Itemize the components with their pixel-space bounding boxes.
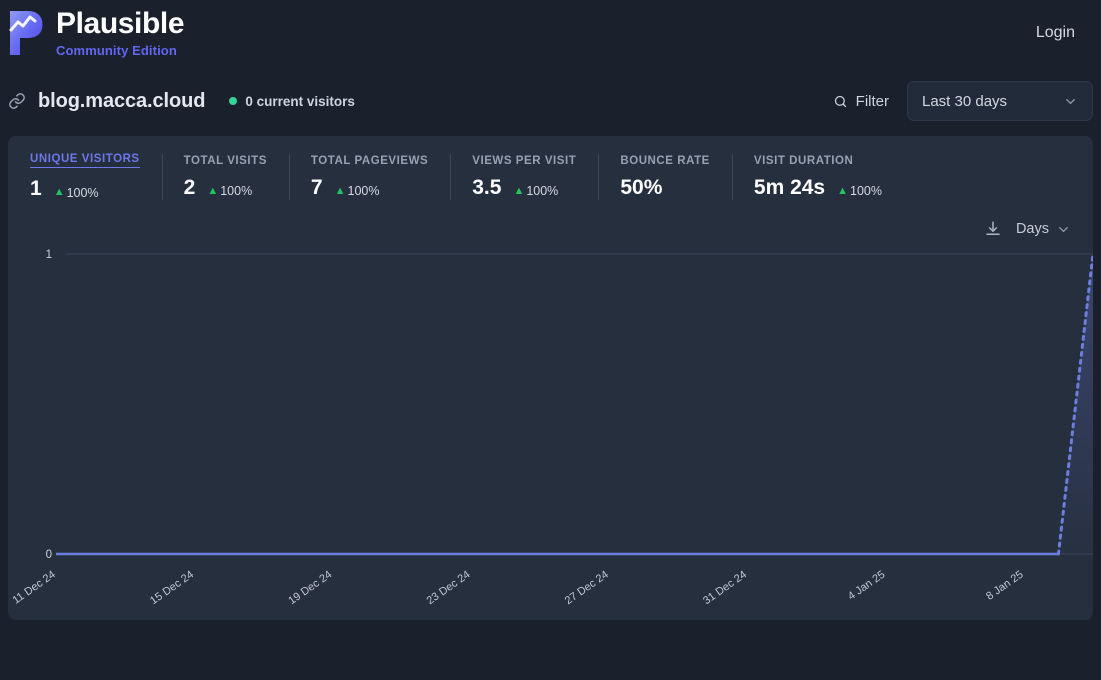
metric-label: VIEWS PER VISIT [472,154,577,167]
metric-value: 3.5 [472,175,502,199]
metric-label: TOTAL PAGEVIEWS [310,154,429,167]
metrics-bar: UNIQUE VISITORS 1 ▲ 100% TOTAL VISITS 2 … [8,136,1093,214]
arrow-up-icon: ▲ [837,184,849,197]
metric-visit-duration[interactable]: VISIT DURATION 5m 24s ▲ 100% [731,152,904,202]
metric-change-value: 100% [347,184,380,198]
chart-y-tick-label: 0 [46,549,52,561]
chart-y-axis: 01 [46,249,52,561]
metric-total-visits[interactable]: TOTAL VISITS 2 ▲ 100% [161,152,289,202]
metric-label: VISIT DURATION [753,154,854,167]
brand[interactable]: Plausible Community Edition [8,7,185,58]
metric-value: 5m 24s [753,175,826,199]
chevron-down-icon [1059,226,1068,232]
link-icon [9,93,25,109]
filter-button[interactable]: Filter [829,87,893,116]
live-status-dot [229,97,238,105]
filter-label: Filter [855,92,889,110]
metric-bounce-rate[interactable]: BOUNCE RATE 50% [598,152,732,202]
metric-unique-visitors[interactable]: UNIQUE VISITORS 1 ▲ 100% [8,152,162,202]
login-link[interactable]: Login [1036,24,1075,42]
metric-label: TOTAL VISITS [183,154,267,167]
metric-change-value: 100% [526,184,559,198]
visitors-chart-svg: 01 [46,249,1093,561]
chart-y-tick-label: 1 [46,249,52,261]
current-visitors-label: 0 current visitors [245,93,355,109]
plausible-p-logo-icon [9,11,43,55]
app-header: Plausible Community Edition Login [0,0,1101,66]
search-icon [834,95,846,107]
chart-toolbar: Days [8,214,1093,244]
arrow-up-icon: ▲ [53,186,65,198]
chevron-down-icon [1066,98,1075,104]
download-icon[interactable] [984,220,1002,238]
metric-change: ▲ 100% [837,184,882,198]
metric-value: 50% [620,175,663,199]
metric-change: ▲ 100% [54,186,99,200]
arrow-up-icon: ▲ [334,184,346,197]
brand-subtitle: Community Edition [56,43,177,58]
metric-change: ▲ 100% [513,184,558,198]
arrow-up-icon: ▲ [207,184,219,197]
interval-label: Days [1015,221,1049,237]
metric-change-value: 100% [850,184,882,198]
dashboard-panel: UNIQUE VISITORS 1 ▲ 100% TOTAL VISITS 2 … [8,136,1093,620]
metric-total-pageviews[interactable]: TOTAL PAGEVIEWS 7 ▲ 100% [288,152,450,202]
visitors-chart[interactable]: 01 11 Dec 24 15 Dec 24 19 Dec 24 23 Dec 24 2… [8,244,1093,620]
metric-change: ▲ 100% [335,184,380,198]
metric-value: 7 [310,175,323,199]
interval-picker[interactable]: Days [1016,221,1071,237]
metric-change-value: 100% [220,184,253,198]
metric-value: 2 [183,175,196,199]
site-header-row: blog.macca.cloud 0 current visitors Filt… [0,66,1101,136]
brand-title: Plausible [56,7,185,40]
metric-views-per-visit[interactable]: VIEWS PER VISIT 3.5 ▲ 100% [450,152,598,202]
metric-change: ▲ 100% [207,184,252,198]
current-visitors: 0 current visitors [229,94,355,109]
arrow-up-icon: ▲ [513,184,525,197]
metric-label: UNIQUE VISITORS [30,153,140,168]
metric-value: 1 [30,177,42,200]
metric-label: BOUNCE RATE [620,154,710,167]
chart-gridlines [66,253,1093,555]
date-range-label: Last 30 days [922,92,1008,110]
metric-change-value: 100% [66,185,99,200]
date-range-picker[interactable]: Last 30 days [907,81,1093,121]
site-name[interactable]: blog.macca.cloud [38,90,205,113]
